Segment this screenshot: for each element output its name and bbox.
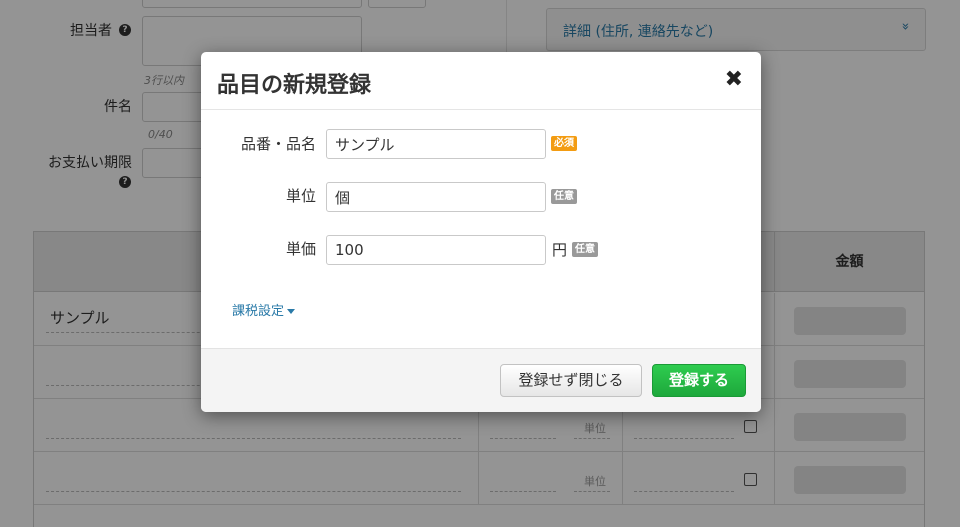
unit-price-input[interactable] [326,235,546,265]
register-button[interactable]: 登録する [652,364,746,397]
tax-settings-link[interactable]: 課税設定 [232,300,296,319]
item-name-input[interactable] [326,129,546,159]
caret-down-icon [287,309,296,314]
close-icon[interactable]: ✖ [725,68,743,92]
new-item-dialog: 品目の新規登録 ✖ 品番・品名 必須 単位 任意 単価 円 任意 課税設定 登録… [201,52,761,412]
close-without-saving-button[interactable]: 登録せず閉じる [500,364,642,397]
dialog-header: 品目の新規登録 ✖ [201,52,761,110]
unit-label: 単位 [285,187,316,205]
optional-badge: 任意 [572,242,598,257]
item-name-label: 品番・品名 [240,135,316,153]
tax-settings-label: 課税設定 [232,304,285,319]
optional-badge: 任意 [551,189,577,204]
dialog-title: 品目の新規登録 [217,73,372,98]
currency-label: 円 [552,241,568,259]
required-badge: 必須 [551,136,577,151]
unit-price-label: 単価 [285,240,316,258]
dialog-footer: 登録せず閉じる 登録する [201,348,761,412]
unit-input[interactable] [326,182,546,212]
